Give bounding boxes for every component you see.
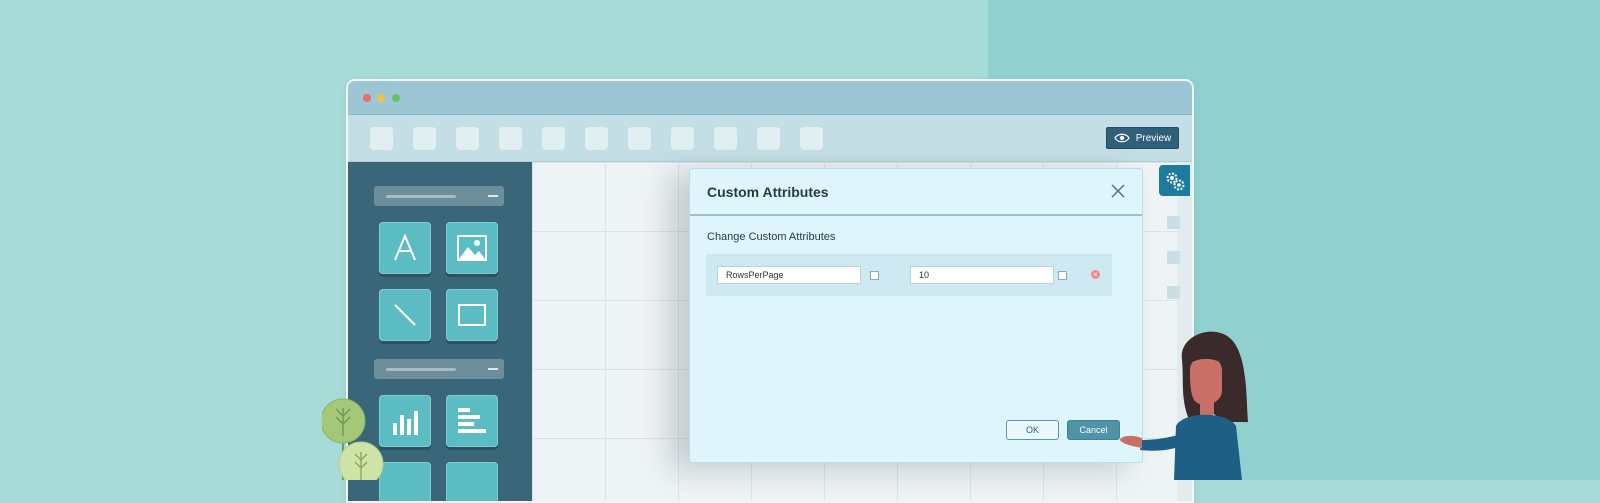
- component-section-header[interactable]: [374, 186, 504, 206]
- toolbar-button[interactable]: [413, 127, 436, 150]
- attribute-row: ×: [706, 254, 1112, 296]
- dialog-subtitle: Change Custom Attributes: [707, 231, 836, 243]
- toolbar-button[interactable]: [456, 127, 479, 150]
- remove-attribute-icon[interactable]: ×: [1091, 270, 1100, 279]
- preview-label: Preview: [1135, 132, 1172, 144]
- toolbar-button[interactable]: [542, 127, 565, 150]
- bar-chart-icon: [393, 411, 418, 435]
- attribute-value-checkbox[interactable]: [1058, 271, 1067, 280]
- side-panel-item[interactable]: [1167, 251, 1180, 264]
- image-tool-tile[interactable]: [446, 222, 498, 274]
- rectangle-icon: [458, 304, 486, 326]
- toolbar-button[interactable]: [757, 127, 780, 150]
- text-tool-tile[interactable]: [379, 222, 431, 274]
- settings-gear-button[interactable]: [1159, 165, 1190, 196]
- toolbar-button[interactable]: [585, 127, 608, 150]
- image-icon: [457, 235, 487, 261]
- ok-button[interactable]: OK: [1006, 420, 1059, 440]
- toolbar-button[interactable]: [800, 127, 823, 150]
- text-icon: [394, 233, 416, 261]
- preview-button[interactable]: Preview: [1106, 127, 1179, 149]
- toolbar-button[interactable]: [499, 127, 522, 150]
- chart-section-header[interactable]: [374, 359, 504, 379]
- eye-icon: [1114, 133, 1130, 143]
- tool-tile[interactable]: [446, 462, 498, 501]
- rectangle-tool-tile[interactable]: [446, 289, 498, 341]
- horizontal-bar-icon: [458, 408, 486, 433]
- toolbar-button[interactable]: [628, 127, 651, 150]
- toolbar-button[interactable]: [714, 127, 737, 150]
- collapse-icon[interactable]: [488, 368, 498, 370]
- cancel-button[interactable]: Cancel: [1067, 420, 1120, 440]
- line-icon: [394, 304, 416, 326]
- close-window-button[interactable]: [363, 94, 371, 102]
- gears-icon: [1166, 172, 1184, 190]
- side-panel-item[interactable]: [1167, 286, 1180, 299]
- maximize-window-button[interactable]: [392, 94, 400, 102]
- line-tool-tile[interactable]: [379, 289, 431, 341]
- window-titlebar: [348, 81, 1192, 115]
- tree-illustration: [322, 398, 384, 480]
- side-panel-item[interactable]: [1167, 216, 1180, 229]
- collapse-icon[interactable]: [488, 195, 498, 197]
- dialog-divider: [690, 214, 1142, 216]
- attribute-value-input[interactable]: [910, 266, 1054, 284]
- horizontal-bar-tool-tile[interactable]: [446, 395, 498, 447]
- person-illustration: [1120, 331, 1248, 480]
- minimize-window-button[interactable]: [377, 94, 385, 102]
- dialog-title: Custom Attributes: [707, 184, 829, 200]
- attribute-name-input[interactable]: [717, 266, 861, 284]
- toolbar-button[interactable]: [370, 127, 393, 150]
- attribute-name-checkbox[interactable]: [870, 271, 879, 280]
- toolbar: Preview: [348, 115, 1192, 162]
- toolbar-button[interactable]: [671, 127, 694, 150]
- close-icon[interactable]: [1110, 183, 1126, 199]
- custom-attributes-dialog: Custom Attributes Change Custom Attribut…: [689, 168, 1143, 463]
